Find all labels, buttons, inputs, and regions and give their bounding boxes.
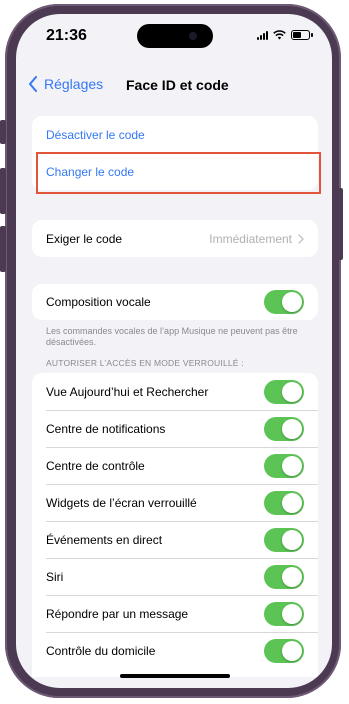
locked-access-header: AUTORISER L’ACCÈS EN MODE VERROUILLÉ :	[46, 358, 244, 368]
voice-dial-label: Composition vocale	[46, 295, 151, 309]
control-center-label: Centre de contrôle	[46, 458, 145, 473]
locked-access-row: Siri	[32, 558, 318, 595]
require-passcode-value-wrap: Immédiatement	[209, 232, 304, 246]
today-view-label: Vue Aujourd’hui et Rechercher	[46, 384, 209, 399]
disable-passcode-button[interactable]: Désactiver le code	[32, 116, 318, 153]
today-view-toggle[interactable]	[264, 379, 304, 404]
voice-dial-row: Composition vocale	[32, 284, 318, 320]
wifi-icon	[273, 30, 286, 40]
home-control-label: Contrôle du domicile	[46, 643, 156, 658]
page-title: Face ID et code	[126, 77, 229, 93]
require-passcode-label: Exiger le code	[46, 231, 123, 246]
back-label: Réglages	[44, 76, 104, 92]
locked-access-group: Vue Aujourd’hui et Rechercher Centre de …	[32, 373, 318, 677]
power-button	[337, 188, 343, 260]
notification-center-label: Centre de notifications	[46, 421, 166, 436]
camera-icon	[189, 32, 197, 40]
cellular-signal-icon	[257, 30, 268, 40]
battery-icon	[291, 30, 313, 40]
status-time: 21:36	[46, 27, 87, 44]
voice-dial-toggle[interactable]	[264, 290, 304, 314]
reply-with-message-toggle[interactable]	[264, 601, 304, 626]
home-control-toggle[interactable]	[264, 638, 304, 663]
locked-access-row: Centre de notifications	[32, 410, 318, 447]
nav-bar: Réglages Face ID et code	[16, 70, 332, 106]
control-center-toggle[interactable]	[264, 453, 304, 478]
reply-with-message-label: Répondre par un message	[46, 606, 189, 621]
dynamic-island	[137, 24, 213, 48]
locked-access-row: Répondre par un message	[32, 595, 318, 632]
action-button	[0, 120, 6, 144]
disable-passcode-label: Désactiver le code	[46, 127, 145, 142]
live-activities-toggle[interactable]	[264, 527, 304, 552]
locked-access-row: Centre de contrôle	[32, 447, 318, 484]
back-button[interactable]: Réglages	[28, 76, 103, 92]
phone-screen: 21:36 Réglages Face ID et code Désactive…	[16, 14, 332, 688]
highlight-annotation	[36, 152, 321, 194]
siri-toggle[interactable]	[264, 564, 304, 589]
voice-dial-group: Composition vocale	[32, 284, 318, 320]
require-passcode-value: Immédiatement	[209, 231, 292, 246]
locked-access-row: Widgets de l’écran verrouillé	[32, 484, 318, 521]
locked-access-row: Événements en direct	[32, 521, 318, 558]
volume-down-button	[0, 226, 6, 272]
chevron-right-icon	[298, 233, 304, 244]
siri-label: Siri	[46, 569, 64, 584]
status-icons	[257, 30, 313, 40]
notification-center-toggle[interactable]	[264, 416, 304, 441]
voice-dial-footnote: Les commandes vocales de l’app Musique n…	[46, 326, 298, 347]
lock-screen-widgets-toggle[interactable]	[264, 490, 304, 515]
live-activities-label: Événements en direct	[46, 532, 163, 547]
volume-up-button	[0, 168, 6, 214]
locked-access-row: Vue Aujourd’hui et Rechercher	[32, 373, 318, 410]
home-indicator	[120, 674, 230, 678]
require-passcode-row[interactable]: Exiger le code Immédiatement	[32, 220, 318, 257]
require-passcode-group: Exiger le code Immédiatement	[32, 220, 318, 257]
locked-access-row: Contrôle du domicile	[32, 632, 318, 669]
lock-screen-widgets-label: Widgets de l’écran verrouillé	[46, 495, 197, 510]
chevron-left-icon	[29, 76, 37, 92]
